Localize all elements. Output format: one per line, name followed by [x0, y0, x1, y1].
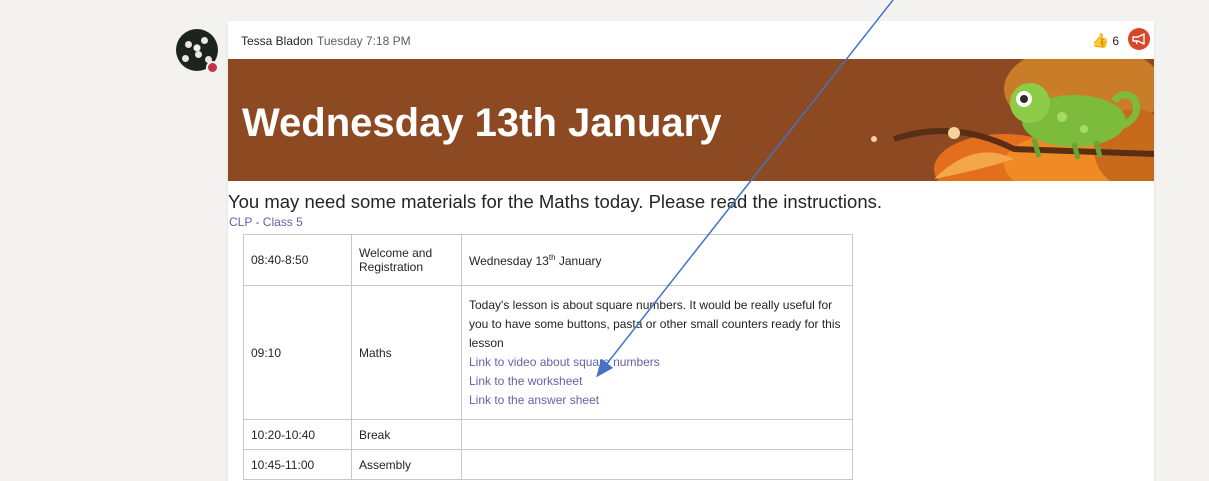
- reaction-count: 6: [1112, 34, 1119, 48]
- schedule-table: 08:40-8:50 Welcome and Registration Wedn…: [243, 234, 853, 480]
- reactions[interactable]: 👍 6: [1092, 32, 1119, 49]
- lesson-links: Link to video about square numbers Link …: [469, 353, 845, 410]
- activity-cell: Maths: [351, 285, 462, 420]
- flower-decoration: [201, 37, 208, 44]
- megaphone-icon: [1128, 28, 1150, 50]
- time-cell: 09:10: [243, 285, 352, 420]
- table-row: 09:10 Maths Today's lesson is about squa…: [243, 285, 853, 420]
- post-subtitle: You may need some materials for the Math…: [228, 191, 883, 212]
- flower-decoration: [185, 41, 192, 48]
- announcement-banner: Wednesday 13th January: [228, 59, 1154, 181]
- details-text: Wednesday 13: [469, 253, 549, 268]
- details-cell: Today's lesson is about square numbers. …: [461, 285, 853, 420]
- flower-decoration: [182, 55, 189, 62]
- details-cell: Wednesday 13th January: [461, 234, 853, 286]
- thumbs-up-icon: 👍: [1091, 32, 1109, 48]
- worksheet-link[interactable]: Link to the worksheet: [469, 372, 845, 391]
- video-link[interactable]: Link to video about square numbers: [469, 353, 845, 372]
- time-cell: 10:20-10:40: [243, 419, 352, 450]
- author-name[interactable]: Tessa Bladon: [241, 34, 313, 48]
- details-cell: [461, 449, 853, 480]
- post-time: Tuesday 7:18 PM: [317, 34, 411, 48]
- table-row: 08:40-8:50 Welcome and Registration Wedn…: [243, 234, 853, 286]
- flower-decoration: [195, 51, 202, 58]
- banner-title: Wednesday 13th January: [242, 101, 722, 145]
- activity-cell: Assembly: [351, 449, 462, 480]
- presence-busy-icon: [206, 61, 219, 74]
- post-card: Tessa Bladon Tuesday 7:18 PM 👍 6 Wednesd…: [228, 21, 1154, 481]
- channel-link[interactable]: CLP - Class 5: [229, 215, 303, 229]
- chameleon-illustration: [871, 59, 1154, 181]
- details-sup: th: [548, 252, 556, 262]
- time-cell: 10:45-11:00: [243, 449, 352, 480]
- table-row: 10:20-10:40 Break: [243, 419, 853, 450]
- lesson-description: Today's lesson is about square numbers. …: [469, 297, 841, 350]
- details-suffix: January: [555, 253, 602, 268]
- answer-sheet-link[interactable]: Link to the answer sheet: [469, 391, 845, 410]
- activity-cell: Welcome and Registration: [351, 234, 462, 286]
- activity-cell: Break: [351, 419, 462, 450]
- table-row: 10:45-11:00 Assembly: [243, 449, 853, 480]
- details-cell: [461, 419, 853, 450]
- post-header: Tessa Bladon Tuesday 7:18 PM 👍 6: [228, 21, 1154, 59]
- time-cell: 08:40-8:50: [243, 234, 352, 286]
